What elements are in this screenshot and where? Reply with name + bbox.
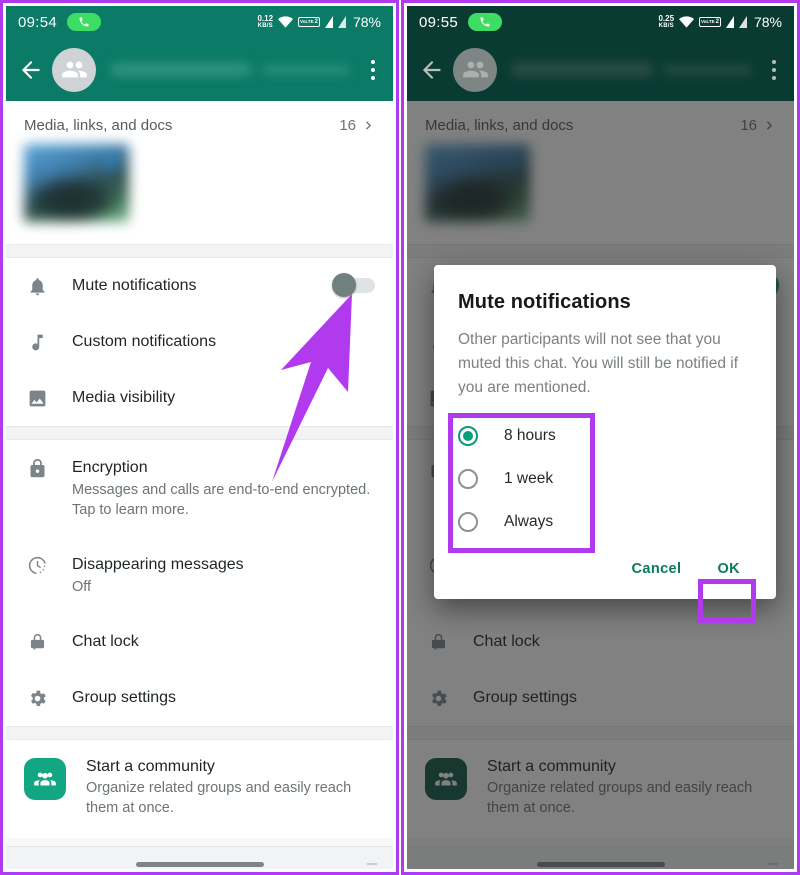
privacy-card: Encryption Messages and calls are end-to… <box>6 440 393 726</box>
status-bar: 09:54 0.12 KB/S VoLTE 2 78% <box>6 6 393 38</box>
left-screenshot-panel: 09:54 0.12 KB/S VoLTE 2 78% Media, links… <box>0 0 399 875</box>
avatar[interactable] <box>52 47 96 92</box>
ok-button-highlight <box>698 579 756 623</box>
lock-icon <box>24 457 50 479</box>
status-icons: 0.25 KB/S VoLTE 2 78% <box>658 14 782 30</box>
media-links-docs-row[interactable]: Media, links, and docs 16 <box>6 101 393 134</box>
row-text: Group settings <box>72 687 375 708</box>
timer-icon <box>24 554 50 576</box>
section-divider <box>6 726 393 740</box>
row-title: Group settings <box>72 689 177 706</box>
left-phone-screen: 09:54 0.12 KB/S VoLTE 2 78% Media, links… <box>6 6 393 869</box>
signal-icon <box>738 16 747 28</box>
volte-icon: VoLTE 2 <box>699 17 721 27</box>
dialog-title: Mute notifications <box>458 291 631 313</box>
overflow-menu-icon[interactable] <box>766 56 782 84</box>
section-divider <box>6 426 393 440</box>
signal-icon <box>337 16 346 28</box>
community-icon <box>24 758 66 800</box>
row-encryption[interactable]: Encryption Messages and calls are end-to… <box>6 440 393 537</box>
call-pill-icon <box>468 13 503 31</box>
media-count: 16 <box>339 117 375 134</box>
status-time: 09:55 <box>419 13 459 31</box>
back-arrow-icon[interactable] <box>419 57 445 83</box>
image-icon <box>24 387 50 409</box>
gear-icon <box>24 687 50 709</box>
overflow-menu-icon[interactable] <box>365 56 381 84</box>
chat-title-blurred <box>511 59 756 81</box>
section-divider <box>6 244 393 258</box>
right-phone-screen: 09:55 0.25 KB/S VoLTE 2 78% Mute notific… <box>407 6 794 869</box>
bell-icon <box>24 275 50 297</box>
row-title: Encryption <box>72 459 148 476</box>
row-text: Custom notifications <box>72 331 375 352</box>
chat-lock-icon <box>24 631 50 653</box>
back-arrow-icon[interactable] <box>18 57 44 83</box>
row-mute-notifications[interactable]: Mute notifications <box>6 258 393 314</box>
row-title: Disappearing messages <box>72 556 244 573</box>
row-custom-notifications[interactable]: Custom notifications <box>6 314 393 370</box>
status-icons: 0.12 KB/S VoLTE 2 78% <box>257 14 381 30</box>
row-text: Media visibility <box>72 387 375 408</box>
signal-icon <box>324 16 333 28</box>
status-bar: 09:55 0.25 KB/S VoLTE 2 78% <box>407 6 794 38</box>
row-title: Media visibility <box>72 389 176 406</box>
data-rate-indicator: 0.12 KB/S <box>257 14 274 30</box>
row-title: Chat lock <box>72 633 139 650</box>
community-subtitle: Organize related groups and easily reach… <box>86 780 352 816</box>
start-a-community-row[interactable]: Start a community Organize related group… <box>6 740 393 838</box>
status-time: 09:54 <box>18 13 58 31</box>
home-gesture-pill[interactable] <box>135 861 264 867</box>
app-bar <box>407 38 794 101</box>
battery-label: 78% <box>352 14 381 30</box>
signal-icon <box>725 16 734 28</box>
media-thumbnail[interactable] <box>24 144 129 222</box>
community-text: Start a community Organize related group… <box>86 758 375 818</box>
android-nav-bar <box>6 846 393 869</box>
row-chat-lock[interactable]: Chat lock <box>6 614 393 670</box>
notification-settings-card: Mute notifications Custom notifications <box>6 258 393 426</box>
row-media-visibility[interactable]: Media visibility <box>6 370 393 426</box>
settings-scroll-area: Media, links, and docs 16 <box>6 101 393 869</box>
call-pill-icon <box>67 13 102 31</box>
community-title: Start a community <box>86 758 215 775</box>
media-count-value: 16 <box>339 117 356 134</box>
avatar[interactable] <box>453 47 497 92</box>
radio-group-highlight <box>448 413 595 553</box>
row-disappearing-messages[interactable]: Disappearing messages Off <box>6 537 393 614</box>
row-group-settings[interactable]: Group settings <box>6 670 393 726</box>
row-title: Custom notifications <box>72 333 217 350</box>
row-subtitle: Messages and calls are end-to-end encryp… <box>72 482 371 518</box>
row-control <box>325 273 375 297</box>
media-card: Media, links, and docs 16 <box>6 101 393 244</box>
mute-notifications-toggle[interactable] <box>332 273 375 297</box>
chevron-right-icon <box>362 119 375 132</box>
right-screenshot-panel: 09:55 0.25 KB/S VoLTE 2 78% Mute notific… <box>401 0 800 875</box>
chat-title-blurred <box>110 59 355 81</box>
community-card[interactable]: Start a community Organize related group… <box>6 740 393 838</box>
row-text: Chat lock <box>72 631 375 652</box>
row-text: Encryption Messages and calls are end-to… <box>72 457 375 520</box>
row-title: Mute notifications <box>72 277 197 294</box>
wifi-icon <box>278 16 294 28</box>
mute-notifications-dialog: Mute notifications Other participants wi… <box>434 265 776 623</box>
dialog-body-text: Other participants will not see that you… <box>458 331 739 396</box>
media-thumbnails[interactable] <box>6 134 393 244</box>
data-rate-indicator: 0.25 KB/S <box>658 14 675 30</box>
cursor-indicator <box>367 863 377 865</box>
cancel-button[interactable]: Cancel <box>619 553 693 585</box>
volte-icon: VoLTE 2 <box>298 17 320 27</box>
row-text: Mute notifications <box>72 275 325 296</box>
battery-label: 78% <box>753 14 782 30</box>
media-label: Media, links, and docs <box>24 117 173 134</box>
wifi-icon <box>679 16 695 28</box>
row-subtitle: Off <box>72 579 92 595</box>
row-text: Disappearing messages Off <box>72 554 375 597</box>
music-note-icon <box>24 331 50 353</box>
screenshot-stage: 09:54 0.12 KB/S VoLTE 2 78% Media, links… <box>0 0 800 875</box>
app-bar <box>6 38 393 101</box>
